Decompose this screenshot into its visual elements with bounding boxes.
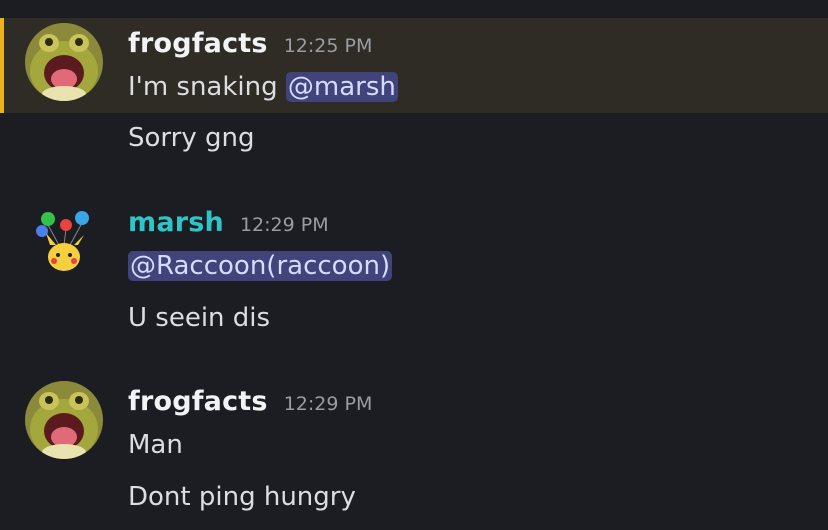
message-text: Sorry gng — [128, 123, 255, 153]
message-text: I'm snaking @marsh — [128, 70, 398, 104]
message-text: Dont ping hungry — [128, 482, 356, 512]
message-text-prefix: I'm snaking — [128, 72, 286, 102]
message-timestamp: 12:25 PM — [283, 35, 373, 57]
message-timestamp: 12:29 PM — [283, 393, 373, 415]
message-timestamp: 12:29 PM — [239, 214, 329, 236]
message-author[interactable]: marsh — [128, 207, 224, 238]
avatar-marsh[interactable] — [32, 205, 102, 275]
message-group: frogfacts 12:29 PM Man Dont ping hungry — [0, 376, 828, 526]
message-text: U seein dis — [128, 303, 271, 333]
message-text: Man — [128, 430, 183, 460]
message-text: @Raccoon(raccoon) — [128, 249, 393, 283]
avatar-frogfacts[interactable] — [25, 23, 103, 101]
message-group-highlighted: frogfacts 12:25 PM I'm snaking @marsh — [0, 18, 828, 113]
user-mention[interactable]: @Raccoon(raccoon) — [128, 251, 393, 281]
avatar-frogfacts[interactable] — [25, 381, 103, 459]
message-group: marsh 12:29 PM @Raccoon(raccoon) U seein… — [0, 197, 828, 347]
message-author[interactable]: frogfacts — [128, 386, 268, 417]
message-author[interactable]: frogfacts — [128, 28, 268, 59]
frog-avatar-icon — [25, 23, 103, 101]
chat-message-list: frogfacts 12:25 PM I'm snaking @marsh So… — [0, 0, 828, 530]
pikachu-balloons-avatar-icon — [32, 205, 102, 275]
user-mention[interactable]: @marsh — [285, 72, 398, 102]
frog-avatar-icon — [25, 381, 103, 459]
